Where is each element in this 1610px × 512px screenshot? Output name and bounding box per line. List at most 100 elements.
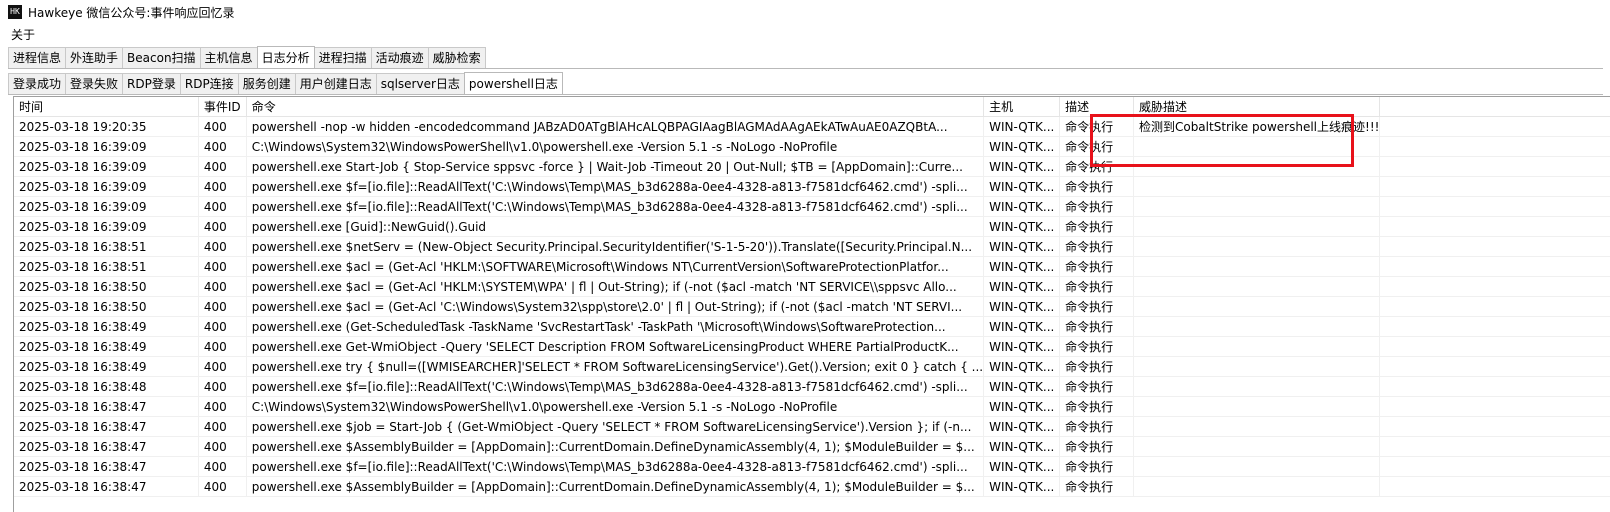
empty-cell (1379, 216, 1610, 237)
col-host-cell: WIN-QTK... (983, 176, 1061, 197)
log-tab-5[interactable]: 用户创建日志 (294, 73, 377, 94)
col-event-id-cell: 400 (198, 176, 247, 197)
col-event-id-cell: 400 (198, 116, 247, 137)
menu-about[interactable]: 关于 (0, 26, 41, 43)
col-host-cell: WIN-QTK... (983, 336, 1061, 357)
col-event-id-cell: 400 (198, 136, 247, 157)
col-host-cell: WIN-QTK... (983, 196, 1061, 217)
table-row[interactable]: 2025-03-18 16:38:51 400 powershell.exe $ac… (14, 256, 1610, 277)
col-host-cell: WIN-QTK... (983, 396, 1061, 417)
table-row[interactable]: 2025-03-18 16:39:09 400 powershell.exe [Gu… (14, 216, 1610, 237)
col-desc-cell: 命令执行 (1059, 176, 1134, 197)
log-tab-7[interactable]: powershell日志 (463, 72, 563, 95)
table-row[interactable]: 2025-03-18 16:39:09 400 powershell.exe $f=… (14, 196, 1610, 217)
col-host-cell: WIN-QTK... (983, 116, 1061, 137)
table-row[interactable]: 2025-03-18 16:38:47 400 C:\Windows\System3… (14, 396, 1610, 417)
table-row[interactable]: 2025-03-18 16:38:47 400 powershell.exe $As… (14, 476, 1610, 497)
table-row[interactable]: 2025-03-18 16:38:50 400 powershell.exe $ac… (14, 276, 1610, 297)
table-row[interactable]: 2025-03-18 16:38:51 400 powershell.exe $ne… (14, 236, 1610, 257)
empty-cell (1379, 476, 1610, 497)
col-host-cell: WIN-QTK... (983, 216, 1061, 237)
table-row[interactable]: 2025-03-18 16:38:49 400 powershell.exe (Ge… (14, 316, 1610, 337)
col-command-cell: powershell.exe $acl = (Get-Acl 'HKLM:\SY… (246, 276, 985, 297)
table-row[interactable]: 2025-03-18 16:39:09 400 powershell.exe Sta… (14, 156, 1610, 177)
table-row[interactable]: 2025-03-18 16:38:48 400 powershell.exe $f=… (14, 376, 1610, 397)
powershell-log-table[interactable]: 时间 事件ID 命令 主机 描述 威胁描述 2025-03-18 19:20:35 400 p… (13, 96, 1610, 512)
col-desc-cell: 命令执行 (1059, 296, 1134, 317)
main-tab-6[interactable]: 活动痕迹 (370, 47, 429, 68)
log-tab-divider (8, 94, 1603, 95)
col-event-id-cell: 400 (198, 316, 247, 337)
col-desc-header[interactable]: 描述 (1059, 97, 1134, 117)
main-tab-2[interactable]: Beacon扫描 (122, 47, 201, 68)
log-tab-2[interactable]: RDP登录 (122, 73, 181, 94)
col-command-cell: powershell.exe $acl = (Get-Acl 'HKLM:\SO… (246, 256, 985, 277)
col-event-id-cell: 400 (198, 256, 247, 277)
col-time-cell: 2025-03-18 16:38:47 (14, 436, 199, 457)
title-bar: HK Hawkeye 微信公众号:事件响应回忆录 (0, 0, 1610, 24)
col-command-cell: powershell.exe $f=[io.file]::ReadAllText… (246, 196, 985, 217)
col-command-cell: powershell.exe Get-WmiObject -Query 'SEL… (246, 336, 985, 357)
col-time-cell: 2025-03-18 16:38:51 (14, 236, 199, 257)
col-threat-cell (1133, 216, 1381, 237)
col-time-cell: 2025-03-18 16:38:48 (14, 376, 199, 397)
main-tab-4[interactable]: 日志分析 (256, 46, 315, 69)
main-tab-7[interactable]: 威胁检索 (427, 47, 486, 68)
col-time-header[interactable]: 时间 (14, 97, 199, 117)
col-command-cell: powershell.exe $acl = (Get-Acl 'C:\Windo… (246, 296, 985, 317)
col-threat-cell (1133, 416, 1381, 437)
col-host-cell: WIN-QTK... (983, 276, 1061, 297)
col-host-cell: WIN-QTK... (983, 136, 1061, 157)
log-tab-1[interactable]: 登录失败 (65, 73, 124, 94)
table-row[interactable]: 2025-03-18 16:38:47 400 powershell.exe $f=… (14, 456, 1610, 477)
main-tab-strip: 进程信息 外连助手 Beacon扫描 主机信息 日志分析 进程扫描 活动痕迹 威胁检索 (8, 46, 486, 69)
table-row[interactable]: 2025-03-18 16:38:47 400 powershell.exe $As… (14, 436, 1610, 457)
col-command-cell: powershell.exe $AssemblyBuilder = [AppDo… (246, 476, 985, 497)
col-desc-cell: 命令执行 (1059, 336, 1134, 357)
col-time-cell: 2025-03-18 16:38:47 (14, 456, 199, 477)
table-row[interactable]: 2025-03-18 16:39:09 400 C:\Windows\System3… (14, 136, 1610, 157)
log-tab-strip: 登录成功 登录失败 RDP登录 RDP连接 服务创建 用户创建日志 sqlserver日志 p… (8, 72, 563, 95)
col-command-header[interactable]: 命令 (246, 97, 985, 117)
col-event-id-header[interactable]: 事件ID (198, 97, 247, 117)
log-tab-3[interactable]: RDP连接 (179, 73, 239, 94)
col-event-id-cell: 400 (198, 376, 247, 397)
log-tab-0[interactable]: 登录成功 (8, 73, 67, 94)
empty-cell (1379, 136, 1610, 157)
col-time-cell: 2025-03-18 16:39:09 (14, 156, 199, 177)
col-host-header[interactable]: 主机 (983, 97, 1061, 117)
empty-cell (1379, 296, 1610, 317)
table-row[interactable]: 2025-03-18 19:20:35 400 powershell -nop -w… (14, 116, 1610, 137)
col-time-cell: 2025-03-18 16:38:49 (14, 316, 199, 337)
main-tab-1[interactable]: 外连助手 (65, 47, 124, 68)
col-desc-cell: 命令执行 (1059, 376, 1134, 397)
col-command-cell: powershell.exe (Get-ScheduledTask -TaskN… (246, 316, 985, 337)
table-row[interactable]: 2025-03-18 16:38:50 400 powershell.exe $ac… (14, 296, 1610, 317)
col-command-cell: powershell.exe $f=[io.file]::ReadAllText… (246, 456, 985, 477)
col-desc-cell: 命令执行 (1059, 256, 1134, 277)
col-threat-cell (1133, 196, 1381, 217)
col-desc-cell: 命令执行 (1059, 276, 1134, 297)
col-time-cell: 2025-03-18 16:39:09 (14, 176, 199, 197)
col-event-id-cell: 400 (198, 416, 247, 437)
empty-cell (1379, 256, 1610, 277)
col-event-id-cell: 400 (198, 396, 247, 417)
col-threat-header[interactable]: 威胁描述 (1133, 97, 1381, 117)
table-row[interactable]: 2025-03-18 16:38:49 400 powershell.exe Get… (14, 336, 1610, 357)
col-command-cell: powershell.exe $netServ = (New-Object Se… (246, 236, 985, 257)
col-desc-cell: 命令执行 (1059, 476, 1134, 497)
col-threat-cell (1133, 356, 1381, 377)
table-row[interactable]: 2025-03-18 16:38:47 400 powershell.exe $jo… (14, 416, 1610, 437)
main-tab-3[interactable]: 主机信息 (199, 47, 258, 68)
col-threat-cell (1133, 296, 1381, 317)
log-tab-6[interactable]: sqlserver日志 (375, 73, 465, 94)
main-tab-0[interactable]: 进程信息 (8, 47, 67, 68)
menu-bar: 关于 (0, 24, 1610, 44)
col-command-cell: powershell.exe try { $null=([WMISEARCHER… (246, 356, 985, 377)
main-tab-5[interactable]: 进程扫描 (313, 47, 372, 68)
table-row[interactable]: 2025-03-18 16:39:09 400 powershell.exe $f=… (14, 176, 1610, 197)
table-row[interactable]: 2025-03-18 16:38:49 400 powershell.exe try… (14, 356, 1610, 377)
col-time-cell: 2025-03-18 16:38:51 (14, 256, 199, 277)
empty-cell (1379, 356, 1610, 377)
log-tab-4[interactable]: 服务创建 (237, 73, 296, 94)
